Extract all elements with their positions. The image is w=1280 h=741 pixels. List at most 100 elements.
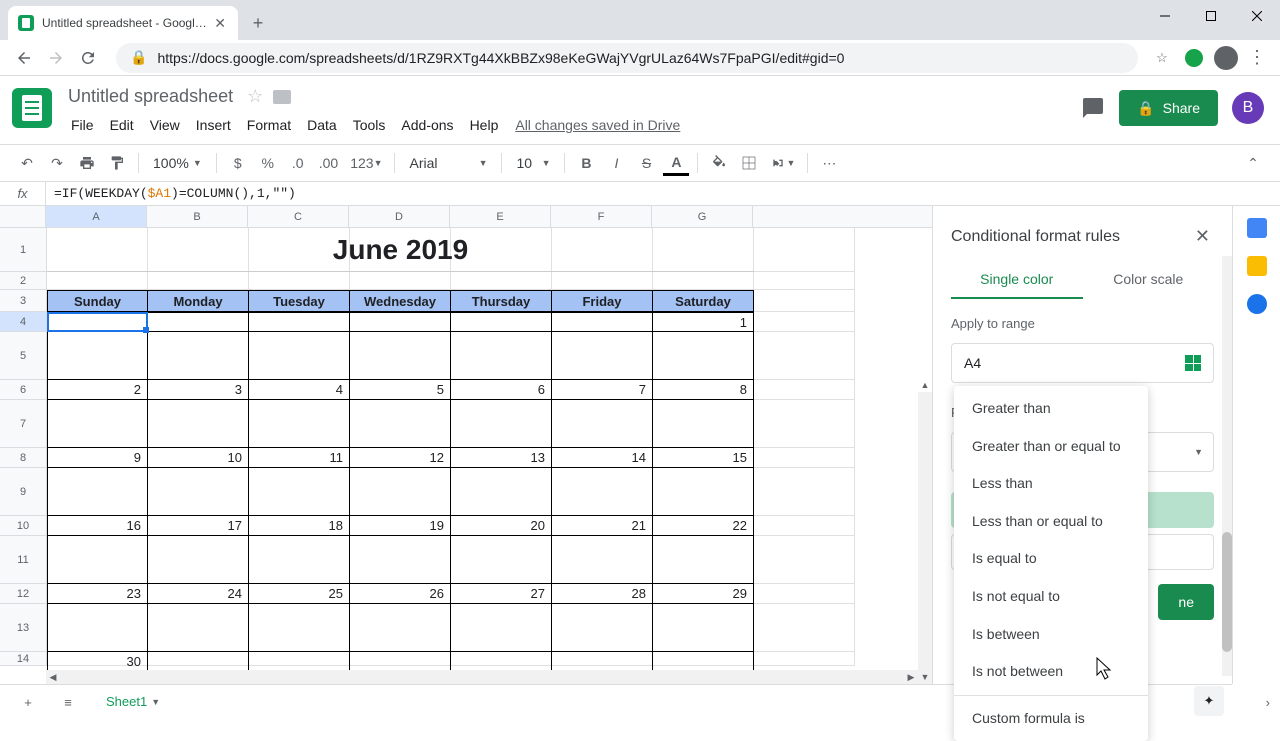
calendar-body-cell[interactable]	[47, 604, 148, 652]
calendar-body-cell[interactable]	[451, 400, 552, 448]
decrease-decimal-button[interactable]: .0	[285, 150, 311, 176]
calendar-body-cell[interactable]	[350, 536, 451, 584]
zoom-select[interactable]: 100%▼	[147, 155, 208, 171]
calendar-body-cell[interactable]	[653, 536, 754, 584]
calendar-body-cell[interactable]	[249, 400, 350, 448]
calendar-date-cell[interactable]: 11	[249, 448, 350, 468]
star-icon[interactable]: ☆	[247, 86, 263, 107]
increase-decimal-button[interactable]: .00	[315, 150, 342, 176]
row-header[interactable]: 11	[0, 536, 46, 584]
calendar-body-cell[interactable]	[249, 332, 350, 380]
calendar-date-cell[interactable]: 16	[47, 516, 148, 536]
calendar-body-cell[interactable]	[47, 400, 148, 448]
calendar-body-cell[interactable]	[350, 332, 451, 380]
calendar-date-cell[interactable]: 19	[350, 516, 451, 536]
done-button[interactable]: ne	[1158, 584, 1214, 620]
drive-status[interactable]: All changes saved in Drive	[515, 113, 680, 137]
menu-help[interactable]: Help	[463, 113, 506, 137]
calendar-date-cell[interactable]	[451, 652, 552, 672]
calendar-date-cell[interactable]: 18	[249, 516, 350, 536]
calendar-body-cell[interactable]	[451, 468, 552, 516]
window-close[interactable]	[1234, 0, 1280, 32]
calendar-body-cell[interactable]	[552, 332, 653, 380]
chrome-menu-icon[interactable]: ⋮	[1242, 47, 1272, 68]
calendar-date-cell[interactable]: 24	[148, 584, 249, 604]
col-header[interactable]: F	[551, 206, 652, 227]
address-bar[interactable]: 🔒 https://docs.google.com/spreadsheets/d…	[116, 43, 1138, 73]
calendar-date-cell[interactable]: 30	[47, 652, 148, 672]
row-header[interactable]: 10	[0, 516, 46, 536]
menu-insert[interactable]: Insert	[189, 113, 238, 137]
calendar-body-cell[interactable]	[653, 332, 754, 380]
new-tab-button[interactable]: +	[244, 9, 272, 37]
borders-button[interactable]	[736, 150, 762, 176]
explore-button[interactable]: ✦	[1194, 686, 1224, 716]
calendar-date-cell[interactable]	[552, 312, 653, 332]
dropdown-option[interactable]: Less than	[954, 465, 1148, 503]
font-select[interactable]: Arial▼	[403, 155, 493, 171]
row-header[interactable]: 6	[0, 380, 46, 400]
expand-rail-icon[interactable]: ›	[1266, 695, 1270, 710]
calendar-date-cell[interactable]: 9	[47, 448, 148, 468]
window-minimize[interactable]	[1142, 0, 1188, 32]
calendar-date-cell[interactable]	[249, 652, 350, 672]
scrollbar-thumb[interactable]	[1222, 532, 1232, 652]
italic-button[interactable]: I	[603, 150, 629, 176]
tasks-addon-icon[interactable]	[1247, 294, 1267, 314]
calendar-body-cell[interactable]	[350, 604, 451, 652]
undo-button[interactable]: ↶	[14, 150, 40, 176]
calendar-body-cell[interactable]	[552, 400, 653, 448]
sheets-logo-icon[interactable]	[12, 88, 52, 128]
more-formats-button[interactable]: 123▼	[346, 150, 386, 176]
merge-button[interactable]: ▼	[766, 150, 799, 176]
col-header[interactable]: D	[349, 206, 450, 227]
calendar-date-cell[interactable]: 7	[552, 380, 653, 400]
all-sheets-button[interactable]: ≡	[52, 687, 84, 719]
row-header[interactable]: 13	[0, 604, 46, 652]
dropdown-option[interactable]: Greater than	[954, 390, 1148, 428]
scroll-right-icon[interactable]: ▶	[904, 670, 918, 684]
browser-tab[interactable]: Untitled spreadsheet - Google S ✕	[8, 6, 238, 40]
calendar-date-cell[interactable]: 10	[148, 448, 249, 468]
menu-view[interactable]: View	[143, 113, 187, 137]
formula-input[interactable]: =IF(WEEKDAY($A1)=COLUMN(),1,"")	[46, 186, 1280, 201]
calendar-body-cell[interactable]	[47, 332, 148, 380]
calendar-body-cell[interactable]	[552, 536, 653, 584]
font-size-select[interactable]: 10▼	[510, 155, 556, 171]
calendar-date-cell[interactable]: 13	[451, 448, 552, 468]
currency-button[interactable]: $	[225, 150, 251, 176]
share-button[interactable]: 🔒 Share	[1119, 90, 1218, 126]
calendar-date-cell[interactable]	[249, 312, 350, 332]
window-maximize[interactable]	[1188, 0, 1234, 32]
row-header[interactable]: 3	[0, 290, 46, 312]
row-header[interactable]: 7	[0, 400, 46, 448]
calendar-date-cell[interactable]: 29	[653, 584, 754, 604]
calendar-date-cell[interactable]: 28	[552, 584, 653, 604]
calendar-date-cell[interactable]: 25	[249, 584, 350, 604]
calendar-date-cell[interactable]	[350, 312, 451, 332]
calendar-body-cell[interactable]	[451, 536, 552, 584]
calendar-body-cell[interactable]	[552, 468, 653, 516]
calendar-body-cell[interactable]	[451, 332, 552, 380]
calendar-date-cell[interactable]: 17	[148, 516, 249, 536]
calendar-body-cell[interactable]	[249, 468, 350, 516]
fx-label[interactable]: fx	[0, 182, 46, 205]
redo-button[interactable]: ↷	[44, 150, 70, 176]
calendar-date-cell[interactable]	[148, 652, 249, 672]
calendar-body-cell[interactable]	[249, 536, 350, 584]
forward-button[interactable]	[40, 42, 72, 74]
print-button[interactable]	[74, 150, 100, 176]
calendar-body-cell[interactable]	[148, 604, 249, 652]
calendar-date-cell[interactable]: 21	[552, 516, 653, 536]
tab-close-icon[interactable]: ✕	[212, 15, 228, 32]
close-panel-icon[interactable]: ✕	[1191, 222, 1214, 251]
strike-button[interactable]: S	[633, 150, 659, 176]
calendar-body-cell[interactable]	[47, 536, 148, 584]
dropdown-option[interactable]: Greater than or equal to	[954, 428, 1148, 466]
profile-button[interactable]	[1210, 42, 1242, 74]
bookmark-star-icon[interactable]: ☆	[1146, 42, 1178, 74]
calendar-body-cell[interactable]	[350, 400, 451, 448]
dropdown-option[interactable]: Is equal to	[954, 540, 1148, 578]
calendar-date-cell[interactable]: 23	[47, 584, 148, 604]
calendar-body-cell[interactable]	[249, 604, 350, 652]
